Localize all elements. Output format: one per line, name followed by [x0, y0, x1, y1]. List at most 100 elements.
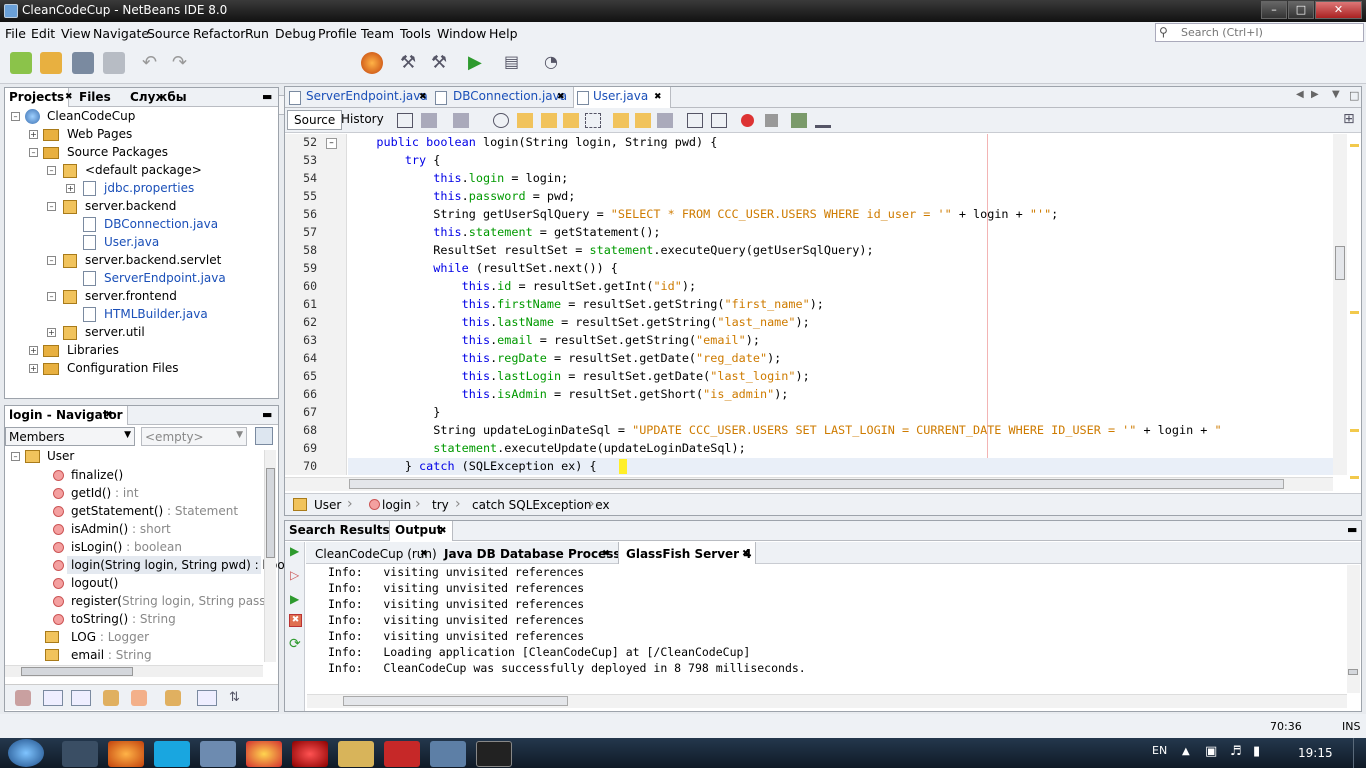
tab-close-icon[interactable]: ✖: [553, 90, 569, 110]
tree-item-server-util[interactable]: server.util: [85, 325, 145, 339]
scrollbar-thumb[interactable]: [1348, 669, 1358, 675]
rectangular-selection-icon[interactable]: [585, 113, 601, 128]
member-item[interactable]: finalize(): [71, 468, 123, 482]
taskbar-opera-icon[interactable]: [292, 741, 328, 767]
menu-help[interactable]: Help: [489, 26, 518, 41]
member-item[interactable]: getStatement() : Statement: [71, 504, 238, 518]
navigator-settings-icon[interactable]: [255, 427, 273, 445]
taskbar-h-app-icon[interactable]: [384, 741, 420, 767]
tree-item-default-package[interactable]: <default package>: [85, 163, 202, 177]
tab-serverendpoint[interactable]: ServerEndpoint.java: [302, 87, 432, 107]
warning-mark[interactable]: [1350, 476, 1359, 479]
scroll-tabs-left-icon[interactable]: ◀: [1292, 87, 1308, 107]
code-line[interactable]: this.isAdmin = resultSet.getShort("is_ad…: [348, 387, 789, 401]
search-input[interactable]: [1181, 25, 1359, 40]
member-item[interactable]: email : String: [71, 648, 152, 662]
tree-item-libraries[interactable]: Libraries: [67, 343, 119, 357]
tree-item-source-packages[interactable]: Source Packages: [67, 145, 168, 159]
output-horizontal-scrollbar[interactable]: [307, 694, 1347, 708]
menu-profile[interactable]: Profile: [318, 26, 357, 41]
output-vertical-scrollbar[interactable]: [1347, 565, 1360, 693]
menu-source[interactable]: Source: [147, 26, 190, 41]
tab-user-java[interactable]: User.java: [589, 87, 652, 107]
collapse-icon[interactable]: –: [47, 292, 56, 301]
fold-toggle-icon[interactable]: –: [326, 138, 337, 149]
filter-inner-classes-icon[interactable]: [131, 690, 147, 706]
rerun-icon[interactable]: ▶: [290, 544, 299, 558]
collapse-icon[interactable]: –: [47, 256, 56, 265]
tree-item-server-backend-servlet[interactable]: server.backend.servlet: [85, 253, 221, 267]
show-opened-documents-icon[interactable]: ▼: [1328, 87, 1344, 107]
subtab-glassfish[interactable]: GlassFish Server 4: [622, 545, 756, 564]
sort-by-name-icon[interactable]: [197, 690, 217, 706]
tree-item-user-java[interactable]: User.java: [104, 235, 159, 249]
code-line[interactable]: this.lastName = resultSet.getString("las…: [348, 315, 810, 329]
code-line[interactable]: this.login = login;: [348, 171, 568, 185]
shift-right-icon[interactable]: [711, 113, 727, 128]
code-line[interactable]: String getUserSqlQuery = "SELECT * FROM …: [348, 207, 1058, 221]
tab-files[interactable]: Files: [75, 88, 115, 107]
breadcrumb-item[interactable]: login: [382, 498, 411, 512]
taskbar-netbeans-icon[interactable]: [430, 741, 466, 767]
maximize-icon[interactable]: □: [1288, 1, 1314, 19]
code-line[interactable]: public boolean login(String login, Strin…: [348, 135, 717, 149]
taskbar-skype-icon[interactable]: [154, 741, 190, 767]
sort-by-source-icon[interactable]: ⇅: [229, 690, 245, 706]
code-line[interactable]: this.email = resultSet.getString("email"…: [348, 333, 760, 347]
tree-item-configuration-files[interactable]: Configuration Files: [67, 361, 179, 375]
open-project-icon[interactable]: [72, 52, 94, 74]
member-item[interactable]: getId() : int: [71, 486, 139, 500]
new-project-icon[interactable]: [40, 52, 62, 74]
menu-refactor[interactable]: Refactor: [193, 26, 245, 41]
collapse-icon[interactable]: –: [47, 166, 56, 175]
minimize-panel-icon[interactable]: ▬: [258, 88, 276, 107]
expand-icon[interactable]: +: [29, 130, 38, 139]
tree-item-project[interactable]: CleanCodeCup: [47, 109, 135, 123]
scrollbar-thumb[interactable]: [343, 696, 568, 706]
taskbar-virtualbox-icon[interactable]: [200, 741, 236, 767]
shift-left-icon[interactable]: [687, 113, 703, 128]
code-line[interactable]: String updateLoginDateSql = "UPDATE CCC_…: [348, 423, 1221, 437]
breadcrumb-item[interactable]: User: [314, 498, 341, 512]
find-previous-icon[interactable]: [517, 113, 533, 128]
tab-projects[interactable]: Projects: [5, 88, 70, 107]
clock[interactable]: 19:15: [1298, 746, 1333, 760]
code-line[interactable]: this.statement = getStatement();: [348, 225, 660, 239]
tree-item-jdbc-properties[interactable]: jdbc.properties: [104, 181, 194, 195]
save-all-icon[interactable]: [103, 52, 125, 74]
menu-window[interactable]: Window: [437, 26, 486, 41]
expand-icon[interactable]: +: [47, 328, 56, 337]
warning-mark[interactable]: [1350, 429, 1359, 432]
member-item[interactable]: LOG : Logger: [71, 630, 149, 644]
language-indicator[interactable]: EN: [1152, 744, 1167, 757]
filter-fields-icon[interactable]: [43, 690, 63, 706]
start-macro-icon[interactable]: [741, 114, 754, 127]
menu-navigate[interactable]: Navigate: [93, 26, 149, 41]
editor-vertical-scrollbar[interactable]: [1333, 134, 1347, 475]
navigator-root-class[interactable]: User: [47, 449, 74, 463]
stop-macro-icon[interactable]: [765, 114, 778, 127]
expand-icon[interactable]: +: [29, 364, 38, 373]
forward-icon[interactable]: [453, 113, 469, 128]
clean-build-icon[interactable]: ⚒: [431, 52, 453, 74]
expand-icon[interactable]: +: [66, 184, 75, 193]
minimize-panel-icon[interactable]: ▬: [258, 406, 276, 425]
browser-icon[interactable]: [361, 52, 383, 74]
menu-debug[interactable]: Debug: [275, 26, 316, 41]
filter-fqn-icon[interactable]: [165, 690, 181, 706]
warning-mark[interactable]: [1350, 144, 1359, 147]
network-icon[interactable]: ▣: [1205, 744, 1217, 759]
collapse-icon[interactable]: –: [47, 202, 56, 211]
code-line[interactable]: this.firstName = resultSet.getString("fi…: [348, 297, 824, 311]
editor-horizontal-scrollbar[interactable]: [285, 477, 1333, 491]
code-line[interactable]: this.password = pwd;: [348, 189, 575, 203]
member-item[interactable]: logout(): [71, 576, 118, 590]
resume-icon[interactable]: ▶: [290, 592, 299, 606]
member-item[interactable]: register(String login, String password, …: [71, 594, 266, 608]
collapse-icon[interactable]: –: [11, 112, 20, 121]
filter-static-icon[interactable]: [71, 690, 91, 706]
show-desktop-button[interactable]: [1353, 738, 1366, 768]
tab-close-icon[interactable]: ✖: [738, 547, 754, 566]
scrollbar-thumb[interactable]: [349, 479, 1284, 489]
tab-navigator-close-icon[interactable]: ✖: [101, 408, 117, 427]
